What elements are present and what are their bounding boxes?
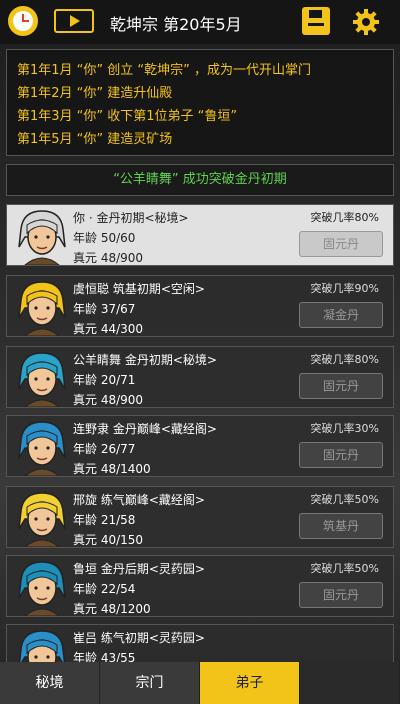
pill-button[interactable]: 筑基丹 — [299, 513, 383, 539]
log-line: 第1年5月 “你” 建造灵矿场 — [17, 132, 173, 147]
disciple-card[interactable]: 公羊睛舞 金丹初期<秘境> 年龄 20/71 真元 48/900 突破几率80% 固元丹 — [6, 346, 394, 408]
disciple-portrait — [18, 210, 66, 265]
breakthrough-rate: 突破几率80% — [310, 353, 379, 366]
disciple-card[interactable]: 鲁垣 金丹后期<灵药园> 年龄 22/54 真元 48/1200 突破几率50% 固元丹 — [6, 555, 394, 617]
disciple-card[interactable]: 邢旋 练气巅峰<藏经阁> 年龄 21/58 真元 40/150 突破几率50% 筑基丹 — [6, 486, 394, 548]
disciple-portrait — [18, 281, 66, 336]
tab-disciples[interactable]: 弟子 — [200, 662, 300, 704]
pill-button[interactable]: 固元丹 — [299, 231, 383, 257]
disciple-portrait — [18, 352, 66, 407]
disciple-age: 年龄 50/60 — [73, 231, 136, 245]
pill-button[interactable]: 凝金丹 — [299, 302, 383, 328]
disciple-name: 崔吕 练气初期<灵药园> — [73, 631, 205, 645]
disciple-age: 年龄 22/54 — [73, 582, 136, 596]
disciple-age: 年龄 37/67 — [73, 302, 136, 316]
disciple-energy: 真元 44/300 — [73, 322, 144, 336]
breakthrough-rate: 突破几率50% — [310, 493, 379, 506]
save-icon[interactable] — [302, 7, 330, 35]
disciple-energy: 真元 48/1200 — [73, 602, 151, 616]
gear-icon[interactable] — [352, 8, 380, 36]
disciple-name: 连野隶 金丹巅峰<藏经阁> — [73, 422, 217, 436]
disciple-energy: 真元 48/1400 — [73, 462, 151, 476]
breakthrough-rate: 突破几率90% — [310, 282, 379, 295]
disciple-energy: 真元 48/900 — [73, 251, 144, 265]
disciple-age: 年龄 26/77 — [73, 442, 136, 456]
disciple-card[interactable]: 虞恒聪 筑基初期<空闲> 年龄 37/67 真元 44/300 突破几率90% 凝金丹 — [6, 275, 394, 337]
log-line: 第1年3月 “你” 收下第1位弟子 “鲁垣” — [17, 109, 238, 124]
disciple-name: 鲁垣 金丹后期<灵药园> — [73, 562, 205, 576]
pill-button[interactable]: 固元丹 — [299, 582, 383, 608]
pill-button[interactable]: 固元丹 — [299, 373, 383, 399]
disciple-age: 年龄 20/71 — [73, 373, 136, 387]
top-bar: 乾坤宗 第20年5月 — [0, 0, 400, 44]
disciple-card[interactable]: 你 · 金丹初期<秘境> 年龄 50/60 真元 48/900 突破几率80% 固元丹 — [6, 204, 394, 266]
disciple-energy: 真元 40/150 — [73, 533, 144, 547]
pill-button[interactable]: 固元丹 — [299, 442, 383, 468]
tab-secret-realm[interactable]: 秘境 — [0, 662, 100, 704]
play-button[interactable] — [54, 9, 94, 33]
disciple-name: 邢旋 练气巅峰<藏经阁> — [73, 493, 205, 507]
disciple-portrait — [18, 492, 66, 547]
disciple-card[interactable]: 连野隶 金丹巅峰<藏经阁> 年龄 26/77 真元 48/1400 突破几率30% 固元… — [6, 415, 394, 477]
breakthrough-rate: 突破几率30% — [310, 422, 379, 435]
tab-sect[interactable]: 宗门 — [100, 662, 200, 704]
log-line: 第1年2月 “你” 建造升仙殿 — [17, 86, 173, 101]
tab-more[interactable] — [300, 662, 400, 704]
disciple-portrait — [18, 561, 66, 616]
breakthrough-rate: 突破几率80% — [310, 211, 379, 224]
disciple-name: 虞恒聪 筑基初期<空闲> — [73, 282, 205, 296]
disciple-card[interactable]: 崔吕 练气初期<灵药园> 年龄 43/55 — [6, 624, 394, 685]
disciple-energy: 真元 48/900 — [73, 393, 144, 407]
breakthrough-notice: “公羊睛舞” 成功突破金丹初期 — [6, 164, 394, 196]
disciple-age: 年龄 21/58 — [73, 513, 136, 527]
log-line: 第1年1月 “你” 创立 “乾坤宗” ，成为一代开山掌门 — [17, 63, 312, 78]
disciple-name: 公羊睛舞 金丹初期<秘境> — [73, 353, 217, 367]
disciple-portrait — [18, 421, 66, 476]
disciple-name: 你 · 金丹初期<秘境> — [73, 211, 189, 225]
breakthrough-rate: 突破几率50% — [310, 562, 379, 575]
play-icon — [70, 15, 80, 27]
event-log: 第1年1月 “你” 创立 “乾坤宗” ，成为一代开山掌门 第1年2月 “你” 建… — [6, 49, 394, 156]
bottom-tabs: 秘境 宗门 弟子 — [0, 662, 400, 704]
clock-icon[interactable] — [8, 6, 38, 36]
sect-title: 乾坤宗 第20年5月 — [110, 15, 242, 34]
